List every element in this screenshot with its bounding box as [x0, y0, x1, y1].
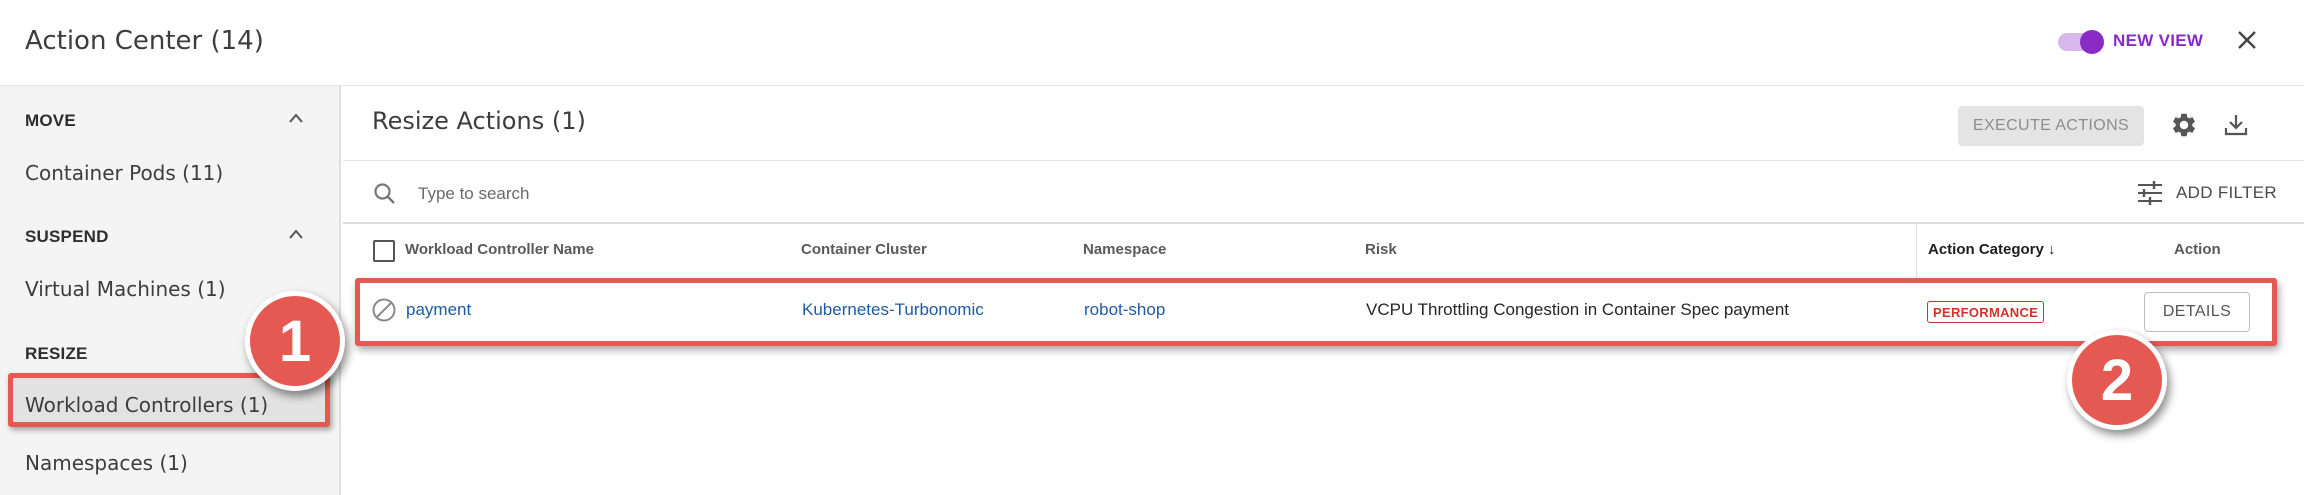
- gear-icon: [2173, 113, 2195, 137]
- sidebar-item-namespaces[interactable]: Namespaces (1): [25, 451, 188, 475]
- sidebar-item-container-pods[interactable]: Container Pods (11): [25, 161, 223, 185]
- execute-actions-button[interactable]: EXECUTE ACTIONS: [1958, 106, 2144, 146]
- filter-sliders-icon[interactable]: [2136, 180, 2164, 206]
- namespace-link[interactable]: robot-shop: [1084, 300, 1165, 320]
- risk-text: VCPU Throttling Congestion in Container …: [1366, 300, 1790, 319]
- divider: [343, 222, 2304, 224]
- download-icon: [2224, 115, 2248, 136]
- download-button[interactable]: [2222, 111, 2250, 139]
- close-button[interactable]: [2232, 25, 2262, 55]
- chevron-up-icon[interactable]: [288, 228, 304, 240]
- top-bar: Action Center (14) NEW VIEW: [0, 0, 2304, 86]
- sidebar-section-resize: RESIZE: [25, 344, 88, 363]
- column-header-namespace[interactable]: Namespace: [1083, 241, 1166, 258]
- sidebar-section-suspend: SUSPEND: [25, 227, 109, 246]
- workload-name-link[interactable]: payment: [406, 300, 471, 320]
- chevron-up-icon[interactable]: [288, 112, 304, 124]
- column-header-risk[interactable]: Risk: [1365, 241, 1397, 258]
- new-view-toggle[interactable]: [2058, 30, 2104, 54]
- select-all-checkbox[interactable]: [373, 240, 395, 262]
- sidebar-item-workload-controllers[interactable]: Workload Controllers (1): [25, 393, 268, 417]
- close-icon: [2238, 31, 2256, 49]
- sidebar-section-move: MOVE: [25, 111, 76, 130]
- settings-button[interactable]: [2170, 111, 2198, 139]
- disabled-icon: [372, 298, 396, 322]
- column-header-action: Action: [2174, 241, 2221, 258]
- toggle-knob: [2080, 30, 2104, 54]
- new-view-label[interactable]: NEW VIEW: [2113, 31, 2203, 51]
- status-badge: PERFORMANCE: [1927, 301, 2045, 323]
- search-input[interactable]: [418, 180, 1218, 208]
- section-title: Resize Actions (1): [372, 107, 586, 135]
- divider: [343, 160, 2304, 161]
- page-title: Action Center (14): [25, 26, 264, 56]
- column-header-action-category[interactable]: Action Category ↓: [1928, 241, 2056, 258]
- cluster-link[interactable]: Kubernetes-Turbonomic: [802, 300, 984, 320]
- add-filter-button[interactable]: ADD FILTER: [2176, 183, 2277, 203]
- callout-badge-2: 2: [2067, 330, 2167, 430]
- column-header-container-cluster[interactable]: Container Cluster: [801, 241, 927, 258]
- column-header-workload-controller-name[interactable]: Workload Controller Name: [405, 241, 594, 258]
- search-icon: [374, 183, 395, 204]
- callout-badge-1: 1: [245, 291, 345, 391]
- details-button[interactable]: DETAILS: [2144, 292, 2250, 332]
- sidebar-item-virtual-machines[interactable]: Virtual Machines (1): [25, 277, 226, 301]
